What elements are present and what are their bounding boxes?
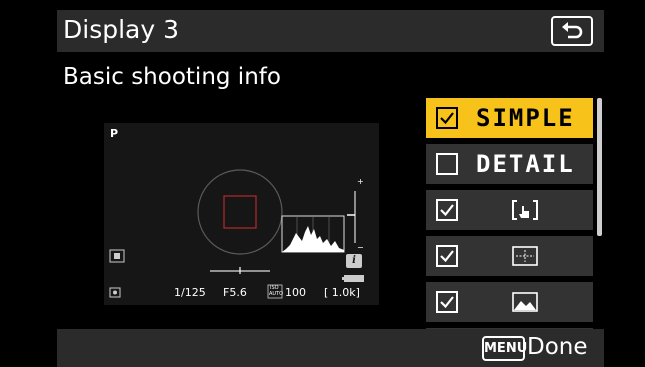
iso-value: 100 [285, 286, 306, 299]
done-button[interactable]: Done [527, 331, 588, 363]
scrollbar[interactable] [597, 98, 602, 236]
checkbox-checked[interactable] [436, 107, 458, 129]
iso-label-bottom: AUTO [269, 291, 284, 297]
battery-icon [342, 275, 364, 282]
return-icon [562, 22, 583, 39]
page-title: Display 3 [63, 15, 180, 44]
option-simple[interactable]: SIMPLE [426, 98, 593, 138]
svg-text:−: − [357, 243, 364, 252]
option-landscape-image[interactable] [426, 282, 593, 322]
option-label: SIMPLE [476, 104, 575, 132]
focus-point-frame [223, 195, 257, 229]
menu-button-icon: MENU [482, 336, 527, 361]
camera-screen: Display 3 Basic shooting info P + − i 1/… [57, 10, 604, 367]
option-framing-grid[interactable] [426, 236, 593, 276]
checkbox-unchecked[interactable] [436, 153, 458, 175]
framing-grid-icon [512, 246, 538, 266]
metering-circle [197, 169, 283, 255]
svg-text:+: + [357, 177, 364, 186]
back-button[interactable] [551, 16, 593, 46]
checkbox-checked[interactable] [436, 291, 458, 313]
aperture: F5.6 [223, 286, 247, 299]
option-touch-shutter[interactable] [426, 190, 593, 230]
touch-mode-icon [109, 249, 125, 263]
frames-remaining: [ 1.0k] [324, 286, 360, 299]
section-subtitle: Basic shooting info [63, 64, 281, 90]
shutter-speed: 1/125 [174, 286, 206, 299]
option-label: DETAIL [476, 150, 575, 178]
checkbox-checked[interactable] [436, 199, 458, 221]
exposure-scale: + − [347, 177, 364, 252]
title-bar: Display 3 [57, 10, 604, 52]
display-options-list: SIMPLE DETAIL [426, 98, 593, 330]
shooting-info-preview: P + − i 1/125 F5.6 ISO AUTO 100 [1.0k] [104, 123, 379, 305]
checkbox-checked[interactable] [436, 245, 458, 267]
histogram [281, 215, 345, 253]
bottom-bar: MENU Done [57, 329, 604, 367]
landscape-image-icon [512, 292, 538, 312]
level-indicator [210, 267, 270, 274]
touch-shutter-icon [512, 198, 538, 222]
preview-graphics: + − [109, 169, 364, 299]
info-button: i [346, 254, 362, 268]
metering-icon [109, 287, 121, 298]
option-detail[interactable]: DETAIL [426, 144, 593, 184]
